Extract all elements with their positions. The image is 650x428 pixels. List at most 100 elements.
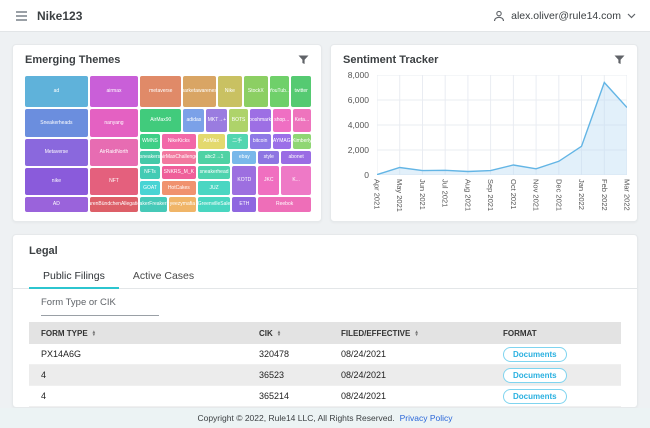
x-tick-label: Apr 2021 [373,179,382,209]
treemap-cell[interactable]: JKC [257,165,280,197]
treemap-cell[interactable]: sneakers [139,150,161,165]
tab-public-filings[interactable]: Public Filings [29,265,119,288]
x-tick-label: Oct 2021 [509,179,518,209]
header-format: FORMAT [491,329,621,338]
form-type-cik-input[interactable]: Form Type or CIK [41,297,159,316]
filings-table: FORM TYPE ▲▼ CIK ▲▼ FILED/EFFECTIVE ▲▼ F… [29,322,621,407]
treemap-cell[interactable]: KOTD [231,165,257,197]
privacy-policy-link[interactable]: Privacy Policy [400,413,453,423]
treemap-cell[interactable]: Reebok [257,196,312,213]
treemap-cell[interactable]: poshmark [249,108,272,133]
header-form-type[interactable]: FORM TYPE ▲▼ [29,329,247,338]
x-tick-label: Feb 2022 [600,179,609,211]
treemap-cell[interactable]: AirRaidNorth [89,138,139,167]
treemap-cell[interactable]: nike [24,167,89,196]
treemap-cell[interactable]: twitter [290,75,312,108]
emerging-themes-card: Emerging Themes adairmaxmetaversemarketa… [12,44,322,222]
treemap-cell[interactable]: SneakerFreakerFam [139,196,168,213]
cell-filed: 08/24/2021 [329,349,491,359]
treemap-cell[interactable]: Sneakerheads [24,108,89,138]
treemap-cell[interactable]: style [257,150,280,165]
table-body: PX14A6G32047808/24/2021Documents43652308… [29,344,621,407]
treemap-cell[interactable]: HotCakes [161,180,197,197]
treemap-cell[interactable]: metaverse [139,75,182,108]
y-tick-label: 8,000 [348,70,369,80]
treemap-cell[interactable]: AirMax [197,133,226,150]
sort-icon[interactable]: ▲▼ [414,330,418,337]
treemap-cell[interactable]: ETH [231,196,257,213]
treemap-cell[interactable]: Nike [217,75,243,108]
cell-format: Documents [491,347,621,362]
treemap-cell[interactable]: GOAT [139,180,161,197]
header-cik[interactable]: CIK ▲▼ [247,329,329,338]
filter-icon[interactable] [614,55,625,65]
treemap-cell[interactable]: nanyang [89,108,139,138]
treemap-cell[interactable]: AirMax90 [139,108,182,133]
chevron-down-icon [627,13,636,19]
header-filed-effective[interactable]: FILED/EFFECTIVE ▲▼ [329,329,491,338]
treemap-cell[interactable]: abc2→1 [197,150,232,165]
treemap-cell[interactable]: sneakerhead [197,165,232,180]
treemap-cell[interactable]: 二手 [226,133,249,150]
table-row: 43652308/24/2021Documents [29,365,621,386]
cell-cik: 365214 [247,391,329,401]
treemap-cell[interactable]: BOTS [228,108,248,133]
brand-title: Nike123 [37,9,82,23]
treemap-cell[interactable]: NikeKicks [161,133,197,150]
user-email: alex.oliver@rule14.com [511,10,621,22]
treemap-cell[interactable]: SNKRS_M_K [161,165,197,180]
treemap-cell[interactable]: ebay [231,150,257,165]
treemap-cell[interactable]: abonet [280,150,312,165]
cell-format: Documents [491,389,621,404]
treemap-cell[interactable]: Keta... [292,108,312,133]
treemap-cell[interactable]: StockX [243,75,269,108]
user-menu[interactable]: alex.oliver@rule14.com [493,10,636,22]
treemap-cell[interactable]: yeezymafia [168,196,197,213]
x-tick-label: Nov 2021 [532,179,541,211]
treemap-cell[interactable]: ad [24,75,89,108]
menu-icon[interactable] [14,9,29,23]
y-tick-label: 0 [364,170,369,180]
treemap-cell[interactable]: K... [280,165,312,197]
treemap-cell[interactable]: marketawareness [182,75,217,108]
sort-icon[interactable]: ▲▼ [277,330,281,337]
x-tick-label: Jul 2021 [441,179,450,207]
sentiment-tracker-title: Sentiment Tracker [343,54,438,66]
tab-active-cases[interactable]: Active Cases [119,265,208,288]
filter-icon[interactable] [298,55,309,65]
treemap-cell[interactable]: NFT [89,167,139,196]
treemap-cell[interactable]: bitcoin [249,133,272,150]
treemap-cell[interactable]: MKT→+ [205,108,228,133]
y-tick-label: 6,000 [348,95,369,105]
input-underline [41,315,159,316]
x-tick-label: Dec 2021 [554,179,563,211]
sort-icon[interactable]: ▲▼ [92,330,96,337]
x-tick-label: Aug 2021 [463,179,472,211]
treemap-cell[interactable]: Metaverse [24,138,89,167]
treemap-cell[interactable]: AirMaxChallenge [161,150,197,165]
x-tick-label: May 2021 [395,179,404,212]
documents-button[interactable]: Documents [503,368,567,383]
user-icon [493,10,505,22]
cell-filed: 08/24/2021 [329,391,491,401]
treemap-cell[interactable]: KarenBündchenAllegation [89,196,139,213]
treemap-cell[interactable]: NFTs [139,165,161,180]
treemap-cell[interactable]: YouTub... [269,75,291,108]
treemap-cell[interactable]: GreenvilleSale [197,196,232,213]
copyright-text: Copyright © 2022, Rule14 LLC, All Rights… [197,413,394,423]
sentiment-tracker-card: Sentiment Tracker 8,0006,0004,0002,0000 … [330,44,638,222]
treemap-cell[interactable]: AD [24,196,89,213]
documents-button[interactable]: Documents [503,389,567,404]
treemap-cell[interactable]: adidas [182,108,205,133]
treemap-cell[interactable]: airmax [89,75,139,108]
treemap-cell[interactable]: Kimberly [292,133,312,150]
y-tick-label: 2,000 [348,145,369,155]
cell-form-type: PX14A6G [29,349,247,359]
treemap-cell[interactable]: JUZ [197,180,232,197]
x-tick-label: Sep 2021 [486,179,495,211]
table-row: PX14A6G32047808/24/2021Documents [29,344,621,365]
documents-button[interactable]: Documents [503,347,567,362]
treemap-cell[interactable]: shop... [272,108,292,133]
treemap-cell[interactable]: AYMAG [272,133,292,150]
treemap-cell[interactable]: WMNS [139,133,161,150]
